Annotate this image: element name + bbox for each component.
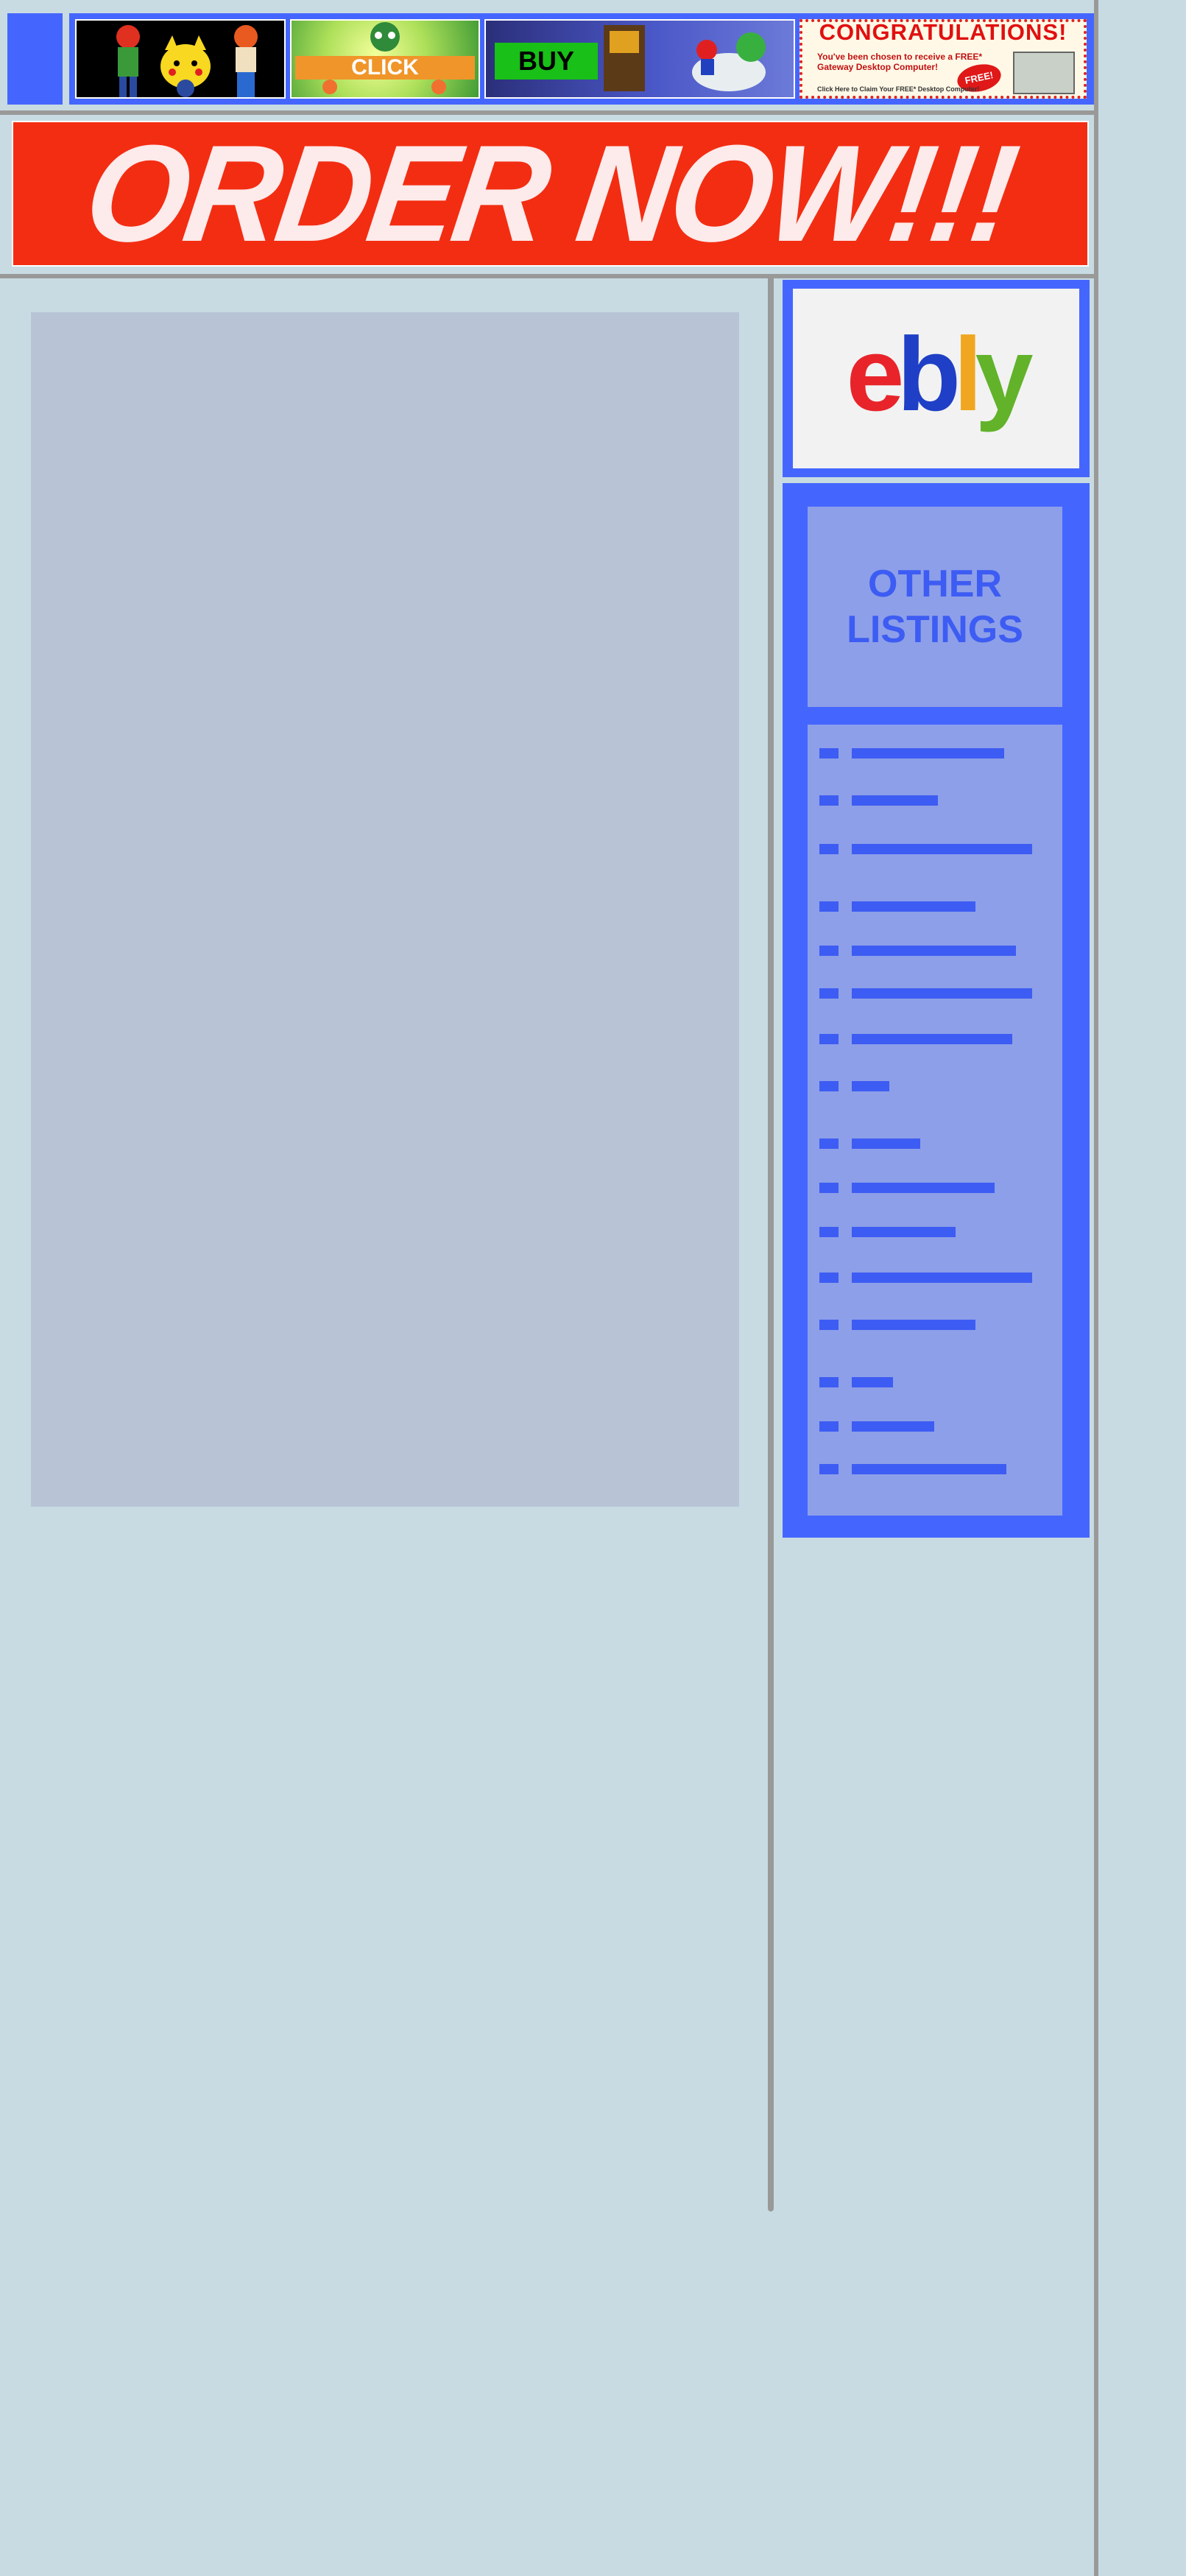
bullet-icon — [819, 1081, 839, 1091]
listing-link-redacted[interactable] — [852, 748, 1004, 759]
claim-link[interactable]: Click Here to Claim Your FREE* Desktop C… — [817, 85, 1060, 93]
ad-banner-strip: CLICK BUY CONGRATULATIONS! You've been c… — [69, 13, 1094, 105]
listing-item[interactable] — [819, 1273, 1055, 1283]
listing-link-redacted[interactable] — [852, 795, 938, 806]
listing-item[interactable] — [819, 1081, 1055, 1091]
bullet-icon — [819, 1183, 839, 1193]
listing-item[interactable] — [819, 795, 1055, 806]
listings-title: OTHER LISTINGS — [808, 561, 1062, 652]
listing-item[interactable] — [819, 1377, 1055, 1387]
listing-link-redacted[interactable] — [852, 844, 1032, 854]
logo-letter-b: b — [897, 316, 961, 433]
listing-link-redacted[interactable] — [852, 1183, 995, 1193]
logo-letter-l: l — [953, 316, 983, 433]
listings-header: OTHER LISTINGS — [808, 507, 1062, 707]
listing-item[interactable] — [819, 988, 1055, 999]
ebly-logo: ebly — [793, 323, 1079, 427]
listings-title-line1: OTHER — [868, 563, 1002, 605]
logo-box: ebly — [783, 280, 1090, 477]
bullet-icon — [819, 795, 839, 806]
listing-link-redacted[interactable] — [852, 1139, 920, 1149]
listing-item[interactable] — [819, 1034, 1055, 1044]
listing-link-redacted[interactable] — [852, 1464, 1006, 1474]
buy-ad[interactable]: BUY — [484, 19, 795, 99]
pokemon-characters-image — [77, 21, 284, 97]
pokemon-ad[interactable] — [75, 19, 286, 99]
order-now-text: ORDER NOW!!! — [77, 116, 1024, 270]
congratulations-ad[interactable]: CONGRATULATIONS! You've been chosen to r… — [800, 19, 1087, 99]
listing-item[interactable] — [819, 1464, 1055, 1474]
listing-link-redacted[interactable] — [852, 901, 975, 912]
listing-link-redacted[interactable] — [852, 1377, 893, 1387]
listing-link-redacted[interactable] — [852, 1227, 956, 1237]
column-divider — [768, 278, 774, 2211]
listing-item[interactable] — [819, 1421, 1055, 1432]
bullet-icon — [819, 844, 839, 854]
click-button[interactable]: CLICK — [295, 56, 475, 80]
listing-item[interactable] — [819, 748, 1055, 759]
logo-letter-e: e — [846, 316, 904, 433]
banner-separator — [0, 274, 1098, 278]
listing-item[interactable] — [819, 901, 1055, 912]
other-listings-box: OTHER LISTINGS — [783, 483, 1090, 1538]
bullet-icon — [819, 1421, 839, 1432]
logo-inner[interactable]: ebly — [793, 289, 1079, 468]
listing-link-redacted[interactable] — [852, 1273, 1032, 1283]
bullet-icon — [819, 1320, 839, 1330]
logo-letter-y: y — [975, 316, 1034, 433]
bullet-icon — [819, 1273, 839, 1283]
order-now-banner[interactable]: ORDER NOW!!! — [12, 116, 1089, 270]
bullet-icon — [819, 1464, 839, 1474]
bullet-icon — [819, 1139, 839, 1149]
bullet-icon — [819, 1227, 839, 1237]
listing-item[interactable] — [819, 1139, 1055, 1149]
bullet-icon — [819, 1034, 839, 1044]
listing-item[interactable] — [819, 1227, 1055, 1237]
click-ad[interactable]: CLICK — [290, 19, 480, 99]
listing-link-redacted[interactable] — [852, 1081, 889, 1091]
listing-item[interactable] — [819, 844, 1055, 854]
bullet-icon — [819, 988, 839, 999]
bullet-icon — [819, 1377, 839, 1387]
listing-link-redacted[interactable] — [852, 1320, 975, 1330]
bullet-icon — [819, 946, 839, 956]
top-separator — [0, 110, 1098, 115]
listing-link-redacted[interactable] — [852, 1034, 1012, 1044]
main-content-panel — [31, 312, 739, 1507]
listing-item[interactable] — [819, 946, 1055, 956]
right-margin — [1098, 0, 1186, 2576]
listing-link-redacted[interactable] — [852, 988, 1032, 999]
listing-link-redacted[interactable] — [852, 946, 1016, 956]
buy-button[interactable]: BUY — [495, 43, 598, 80]
bullet-icon — [819, 748, 839, 759]
top-left-block — [7, 13, 63, 105]
listing-item[interactable] — [819, 1320, 1055, 1330]
listing-link-redacted[interactable] — [852, 1421, 934, 1432]
listings-list — [808, 725, 1062, 1516]
bullet-icon — [819, 901, 839, 912]
congratulations-title: CONGRATULATIONS! — [819, 19, 1067, 45]
listings-title-line2: LISTINGS — [847, 608, 1023, 651]
listing-item[interactable] — [819, 1183, 1055, 1193]
